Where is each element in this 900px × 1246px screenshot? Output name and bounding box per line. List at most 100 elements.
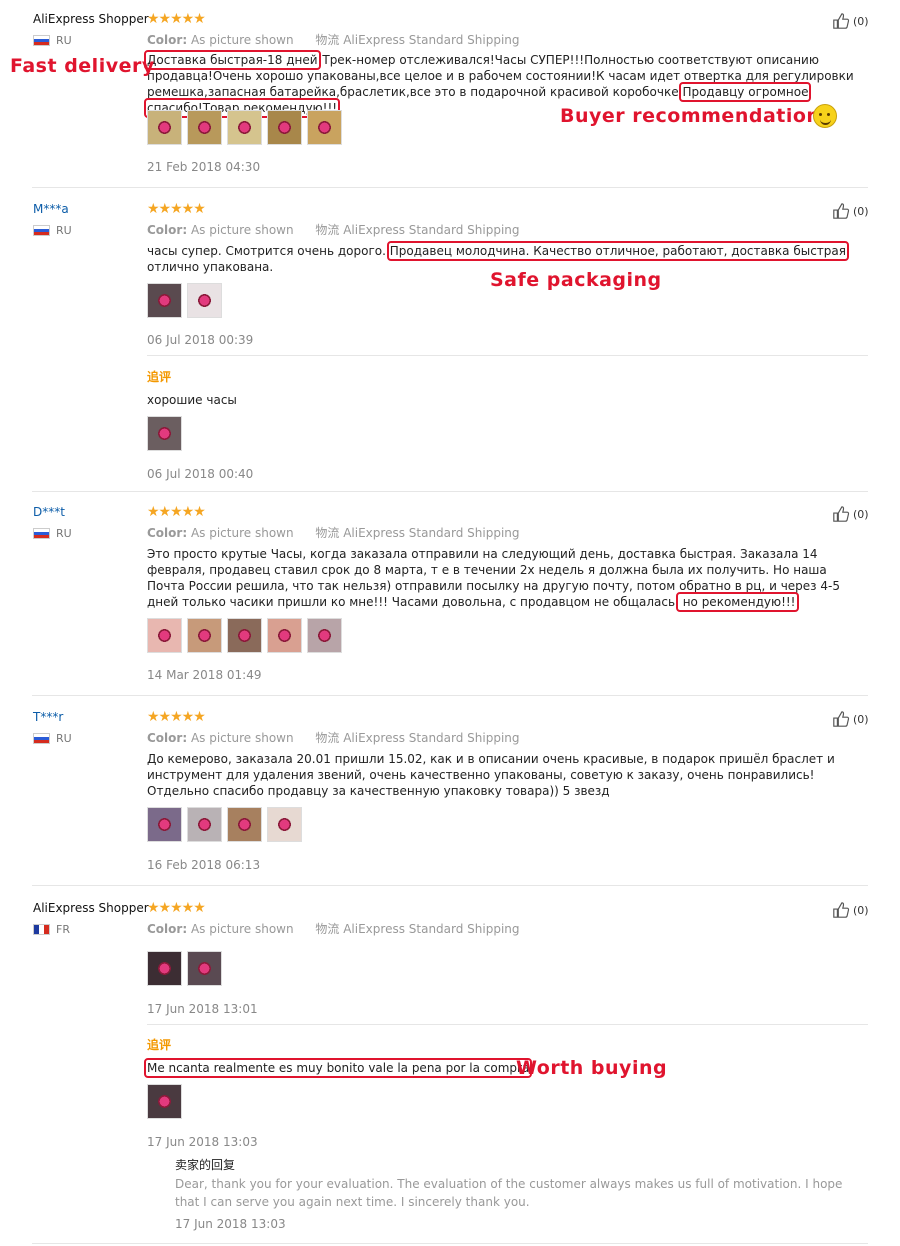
review-date: 14 Mar 2018 01:49 — [147, 668, 262, 682]
helpful-button[interactable]: (0) — [832, 202, 869, 220]
seller-reply-date: 17 Jun 2018 13:03 — [175, 1217, 286, 1231]
star-rating: ★★★★★ — [147, 900, 206, 916]
review-photo[interactable] — [267, 618, 302, 653]
review-photo[interactable] — [307, 110, 342, 145]
review-date: 21 Feb 2018 04:30 — [147, 160, 261, 174]
thumbs-up-icon — [833, 203, 850, 219]
additional-review-date: 17 Jun 2018 13:03 — [147, 1135, 258, 1149]
reviewer-name[interactable]: M***a — [33, 202, 69, 216]
helpful-button[interactable]: (0) — [832, 710, 869, 728]
reviewer-name[interactable]: AliExpress Shopper — [33, 901, 149, 915]
seller-reply-text: Dear, thank you for your evaluation. The… — [175, 1177, 843, 1209]
helpful-count: (0) — [853, 507, 869, 521]
review-divider — [32, 695, 868, 696]
country-code: FR — [56, 923, 70, 936]
helpful-count: (0) — [853, 14, 869, 28]
thumbs-up-icon — [833, 506, 850, 522]
color-value: As picture shown — [190, 33, 294, 47]
reviewer-country: RU — [33, 34, 72, 47]
reviewer-name[interactable]: D***t — [33, 505, 65, 519]
annotation-safe-packaging: Safe packaging — [490, 269, 662, 291]
review-photo[interactable] — [267, 807, 302, 842]
helpful-count: (0) — [853, 204, 869, 218]
review-photo[interactable] — [147, 1084, 182, 1119]
reviewer-name[interactable]: AliExpress Shopper — [33, 12, 149, 26]
star-rating: ★★★★★ — [147, 709, 206, 725]
color-label: Color: — [147, 922, 188, 936]
review-photo[interactable] — [187, 807, 222, 842]
additional-photos — [147, 1084, 182, 1119]
thumbs-up-icon — [833, 711, 850, 727]
additional-photos — [147, 416, 182, 451]
review-photo[interactable] — [187, 618, 222, 653]
annotation-fast-delivery: Fast delivery — [10, 55, 155, 77]
additional-divider — [147, 1024, 868, 1025]
review-photos — [147, 618, 342, 653]
helpful-button[interactable]: (0) — [832, 505, 869, 523]
helpful-button[interactable]: (0) — [832, 12, 869, 30]
review-divider — [32, 885, 868, 886]
smiley-icon — [813, 104, 837, 128]
additional-review-text: хорошие часы — [147, 393, 237, 407]
review-text: До кемерово, заказала 20.01 пришли 15.02… — [147, 752, 835, 798]
color-label: Color: — [147, 731, 188, 745]
review-photo[interactable] — [187, 283, 222, 318]
review-photo[interactable] — [267, 110, 302, 145]
additional-review-tag: 追评 — [147, 1038, 172, 1052]
shipping-method: 物流 AliExpress Standard Shipping — [315, 33, 520, 47]
review-divider — [32, 187, 868, 188]
review-divider — [32, 1243, 868, 1244]
review-photo[interactable] — [307, 618, 342, 653]
reviewer-country: FR — [33, 923, 70, 936]
color-value: As picture shown — [190, 922, 294, 936]
country-code: RU — [56, 732, 72, 745]
review-photos — [147, 283, 222, 318]
color-label: Color: — [147, 33, 188, 47]
order-info: Color: As picture shown 物流 AliExpress St… — [147, 221, 520, 238]
review-date: 17 Jun 2018 13:01 — [147, 1002, 258, 1016]
review-photo[interactable] — [147, 416, 182, 451]
order-info: Color: As picture shown 物流 AliExpress St… — [147, 920, 520, 937]
review-photo[interactable] — [147, 951, 182, 986]
flag-ru-icon — [33, 733, 50, 744]
color-label: Color: — [147, 223, 188, 237]
review-photo[interactable] — [227, 110, 262, 145]
review-photos — [147, 110, 342, 145]
order-info: Color: As picture shown 物流 AliExpress St… — [147, 729, 520, 746]
flag-ru-icon — [33, 35, 50, 46]
flag-ru-icon — [33, 528, 50, 539]
helpful-count: (0) — [853, 903, 869, 917]
review-photo[interactable] — [187, 110, 222, 145]
review-photo[interactable] — [147, 618, 182, 653]
annotation-buyer-recommendation: Buyer recommendation! — [560, 105, 830, 127]
review-photo[interactable] — [227, 807, 262, 842]
thumbs-up-icon — [833, 902, 850, 918]
helpful-count: (0) — [853, 712, 869, 726]
shipping-method: 物流 AliExpress Standard Shipping — [315, 223, 520, 237]
star-rating: ★★★★★ — [147, 504, 206, 520]
review-divider — [32, 491, 868, 492]
review-photo[interactable] — [187, 951, 222, 986]
helpful-button[interactable]: (0) — [832, 901, 869, 919]
review-photo[interactable] — [147, 110, 182, 145]
additional-review-date: 06 Jul 2018 00:40 — [147, 467, 254, 481]
color-value: As picture shown — [190, 223, 294, 237]
color-value: As picture shown — [190, 731, 294, 745]
review-photos — [147, 951, 222, 986]
review-photo[interactable] — [147, 807, 182, 842]
star-rating: ★★★★★ — [147, 201, 206, 217]
country-code: RU — [56, 224, 72, 237]
review-photos — [147, 807, 302, 842]
reviewer-country: RU — [33, 527, 72, 540]
highlight-worth-buying: Me ncanta realmente es muy bonito vale l… — [143, 1058, 533, 1078]
review-photo[interactable] — [147, 283, 182, 318]
review-text-body: часы супер. Смотрится очень дорого. — [147, 244, 386, 258]
star-rating: ★★★★★ — [147, 11, 206, 27]
country-code: RU — [56, 527, 72, 540]
review-photo[interactable] — [227, 618, 262, 653]
color-value: As picture shown — [190, 526, 294, 540]
highlight-recommend: но рекомендую!!! — [675, 592, 799, 612]
country-code: RU — [56, 34, 72, 47]
flag-ru-icon — [33, 225, 50, 236]
reviewer-name[interactable]: T***r — [33, 710, 63, 724]
